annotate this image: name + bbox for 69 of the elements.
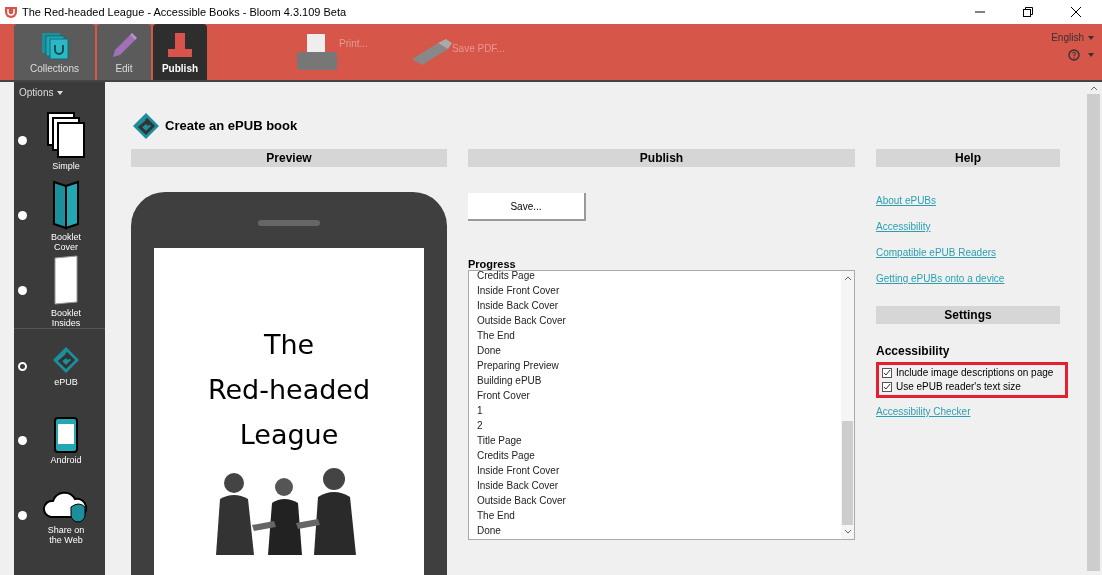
column-header: Publish	[468, 149, 855, 167]
epub-logo-icon	[131, 111, 161, 141]
checkbox[interactable]	[882, 382, 892, 392]
checkbox[interactable]	[882, 368, 892, 378]
log-line: Outside Back Cover	[477, 314, 567, 328]
log-line: Inside Front Cover	[477, 284, 561, 298]
books-icon	[39, 31, 70, 61]
log-line: Title Page	[477, 434, 523, 448]
log-line: Done	[477, 524, 502, 538]
radio-button[interactable]	[18, 511, 27, 520]
log-line: 1	[477, 404, 484, 418]
save-button[interactable]: Save...	[468, 193, 586, 221]
progress-label: Progress	[468, 258, 517, 270]
layout-option[interactable]: Simple	[27, 110, 105, 171]
radio-button[interactable]	[18, 136, 27, 145]
column-header: Help	[876, 149, 1060, 167]
radio-button[interactable]	[18, 286, 27, 295]
log-line: 2	[477, 419, 484, 433]
log-line: Inside Back Cover	[477, 299, 560, 313]
layout-option[interactable]: Share on the Web	[27, 486, 105, 545]
log-line: The End	[477, 509, 516, 523]
setting-checkbox[interactable]: Use ePUB reader's text size	[882, 380, 1062, 394]
help-icon	[1068, 49, 1080, 61]
log-line: Outside Back Cover	[477, 494, 567, 508]
column-header: Settings	[876, 306, 1060, 324]
log-line: Preparing Preview	[477, 359, 560, 373]
window-title: The Red-headed League - Accessible Books - Bloom 4.3.109 Beta	[22, 4, 348, 20]
caret-icon	[1088, 53, 1094, 57]
caret-icon	[57, 90, 64, 95]
radio-button[interactable]	[18, 361, 27, 371]
folded-booklet-icon	[50, 179, 82, 230]
tab[interactable]: Publish	[153, 24, 207, 80]
log-line: The End	[477, 329, 516, 343]
scrollbar[interactable]	[841, 271, 854, 539]
book-title-line: League	[239, 418, 339, 452]
help-menu[interactable]	[1068, 49, 1094, 61]
settings-group-title: Accessibility	[876, 343, 951, 360]
page-scrollbar[interactable]	[1085, 82, 1102, 575]
booklet-icon	[51, 253, 81, 306]
tab[interactable]: Collections	[14, 24, 95, 80]
app-logo-icon	[4, 5, 18, 19]
book-title-line: The	[263, 328, 315, 362]
log-line: Credits Page	[477, 271, 536, 283]
log-line: Inside Back Cover	[477, 479, 560, 493]
setting-checkbox[interactable]: Include image descriptions on page	[882, 366, 1062, 380]
pages-icon	[46, 110, 86, 159]
layout-option[interactable]: ePUB	[27, 345, 105, 387]
printer-icon	[295, 32, 339, 72]
column-header: Preview	[131, 149, 447, 167]
phone-speaker	[258, 220, 320, 226]
layout-option[interactable]: Booklet Cover	[27, 179, 105, 252]
tablet-icon	[54, 416, 78, 453]
log-line: Credits Page	[477, 449, 536, 463]
log-line: Front Cover	[477, 389, 531, 403]
close-icon	[1071, 7, 1081, 17]
radio-button[interactable]	[18, 211, 27, 220]
options-menu[interactable]: Options	[14, 82, 69, 103]
log-line: Done	[477, 344, 502, 358]
book-title-line: Red-headed	[207, 373, 371, 407]
layout-option[interactable]: Booklet Insides	[27, 253, 105, 328]
tab[interactable]: Edit	[97, 24, 151, 80]
epub-logo-icon	[51, 345, 81, 375]
log-line: Building ePUB	[477, 374, 543, 388]
log-line: Inside Front Cover	[477, 464, 561, 478]
radio-button[interactable]	[18, 436, 27, 445]
layout-option[interactable]: Android	[27, 416, 105, 465]
page-heading: Create an ePUB book	[165, 117, 298, 136]
restore-icon	[1023, 7, 1033, 17]
caret-icon	[1088, 35, 1094, 40]
